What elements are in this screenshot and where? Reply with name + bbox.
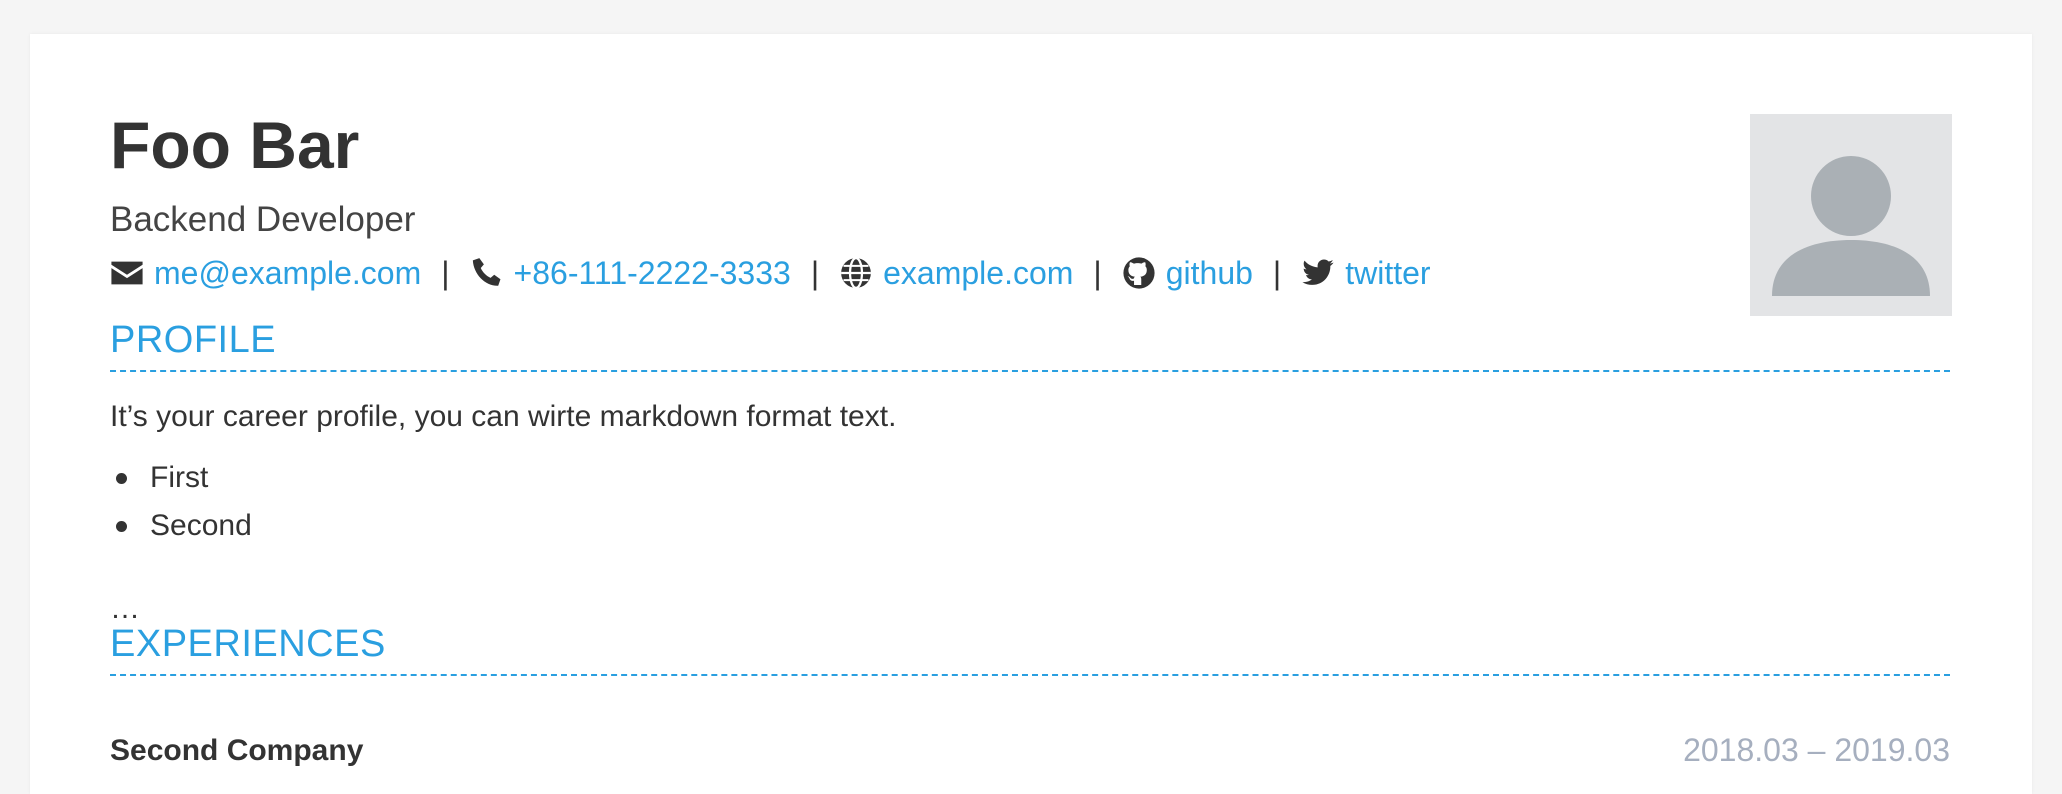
phone-label: +86-111-2222-3333 [513, 255, 791, 291]
globe-icon [839, 256, 873, 290]
email-label: me@example.com [154, 255, 422, 291]
github-label: github [1165, 255, 1253, 291]
user-avatar-icon [1772, 156, 1930, 296]
email-link[interactable]: me@example.com [110, 254, 421, 292]
profile-section-title: PROFILE [110, 318, 1950, 372]
contact-separator: | [1093, 255, 1102, 291]
contact-separator: | [810, 255, 820, 291]
list-item: Second [110, 502, 252, 550]
contact-separator: | [441, 255, 450, 291]
job-period: 2018.03 – 2019.03 [1683, 732, 1950, 768]
job-entry: Second Company 2018.03 – 2019.03 [110, 732, 1950, 769]
website-link[interactable]: example.com [839, 254, 1073, 292]
github-link[interactable]: github [1122, 254, 1253, 292]
profile-ellipsis: … [110, 592, 140, 625]
resume-page: Foo Bar Backend Developer me@example.com… [30, 34, 2032, 794]
avatar [1750, 114, 1952, 316]
profile-text: It’s your career profile, you can wirte … [110, 400, 897, 433]
contact-bar: me@example.com | +86-111-2222-3333 | exa… [110, 254, 1431, 292]
person-name: Foo Bar [110, 108, 360, 182]
phone-link[interactable]: +86-111-2222-3333 [470, 254, 791, 292]
github-icon [1122, 256, 1156, 290]
twitter-label: twitter [1345, 255, 1431, 291]
person-role: Backend Developer [110, 200, 416, 239]
website-label: example.com [883, 255, 1074, 291]
envelope-icon [110, 256, 144, 290]
profile-list: First Second [110, 454, 252, 550]
list-item: First [110, 454, 252, 502]
twitter-icon [1301, 256, 1335, 290]
company-name: Second Company [110, 733, 364, 767]
experiences-section-title: EXPERIENCES [110, 622, 1950, 676]
twitter-link[interactable]: twitter [1301, 254, 1431, 292]
contact-separator: | [1272, 255, 1282, 291]
phone-icon [470, 256, 504, 290]
